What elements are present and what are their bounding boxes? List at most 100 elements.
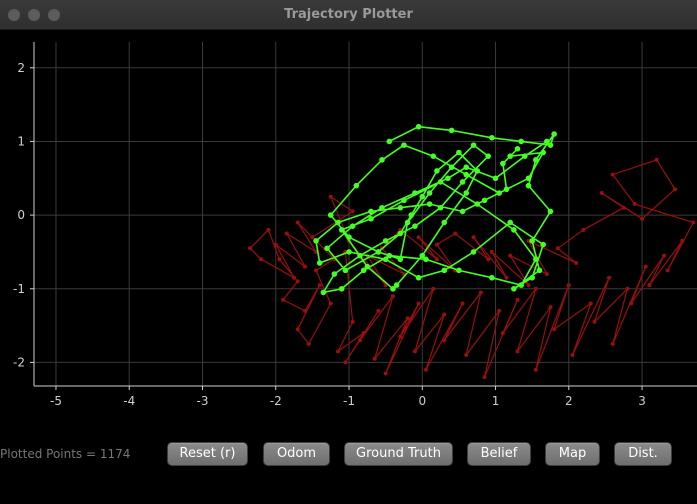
trajectory-point [654,157,659,162]
trajectory-point [310,235,315,240]
trajectory-point [485,153,492,159]
trajectory-point [357,252,363,259]
trajectory-point [442,338,447,343]
trajectory-point [463,164,470,171]
trajectory-point [474,168,481,174]
trajectory-point [507,219,513,226]
trajectory-point [621,205,626,210]
trajectory-point [680,238,685,243]
trajectory-point [551,131,557,137]
trajectory-point [415,123,422,130]
trajectory-point [397,204,404,211]
trajectory-point [408,212,415,218]
trajectory-point [515,349,520,354]
trajectory-point [397,230,404,237]
x-tick-label: -5 [50,394,62,408]
trajectory-point [625,286,630,291]
trajectory-point [437,204,444,211]
trajectory-point [343,360,348,365]
trajectory-point [379,157,385,163]
trajectory-point [492,175,499,182]
trajectory-point [401,142,407,148]
trajectory-plot[interactable]: -5 -4 -3 -2 -1 0 1 2 3 -2 -1 0 1 2 [0,30,697,430]
trajectory-point [463,171,470,178]
trajectory-point [346,234,352,241]
trajectory-point [316,260,323,266]
trajectory-point [358,338,363,343]
trajectory-point [507,153,513,159]
trajectory-point [382,238,389,244]
trajectory-point [464,353,469,358]
trajectory-point [390,294,395,299]
trajectory-point [673,187,678,192]
trajectory-point [504,275,509,280]
trajectory-point [364,263,371,270]
trajectory-point [525,175,532,182]
trajectory-point [445,175,451,182]
trajectory-point [324,245,330,252]
trajectory-point [540,241,546,248]
trajectory-point [423,367,428,372]
trajectory-point [430,153,437,159]
trajectory-point [383,371,388,376]
trajectory-point [295,279,300,284]
trajectory-point [386,138,393,145]
trajectory-point [470,142,477,148]
trajectory-point [335,219,341,226]
dist-button[interactable]: Dist. [614,442,672,466]
trajectory-point [277,257,282,262]
trajectory-point [314,268,319,273]
trajectory-point [459,208,466,215]
trajectory-point [540,149,546,156]
trajectory-point [266,227,271,232]
y-tick-label: 0 [17,208,25,222]
trajectory-point [393,282,400,288]
trajectory-point [453,231,458,236]
y-tick-label: 1 [17,134,25,148]
odom-button[interactable]: Odom [263,442,330,466]
trajectory-point [643,264,648,269]
control-bar: Plotted Points = 1174 Reset (r) Odom Gro… [0,430,697,504]
trajectory-point [386,252,393,259]
trajectory-point [503,186,510,193]
trajectory-point [533,286,538,291]
plotted-points-text: Plotted Points = 1174 [0,447,131,461]
ground-truth-button[interactable]: Ground Truth [344,442,453,466]
trajectory-point [508,253,513,258]
trajectory-point [629,301,634,306]
trajectory-point [328,194,333,199]
y-tick-label: 2 [17,61,25,75]
trajectory-point [327,212,334,218]
reset-button[interactable]: Reset (r) [167,442,248,466]
trajectory-point [376,308,381,313]
belief-button[interactable]: Belief [467,442,531,466]
trajectory-point [431,286,436,291]
trajectory-point [368,215,374,222]
trajectory-point [555,246,560,251]
trajectory-point [434,242,439,247]
x-tick-label: -4 [123,394,135,408]
x-tick-label: -2 [270,394,282,408]
trajectory-point [379,204,385,211]
trajectory-point [398,334,403,339]
trajectory-point [434,168,440,174]
trajectory-point [525,182,532,189]
trajectory-point [259,257,264,262]
trajectories [248,123,696,380]
trajectory-point [338,227,345,233]
map-button[interactable]: Map [545,442,600,466]
trajectory-point [459,179,466,185]
x-tick-label: -1 [343,394,355,408]
trajectory-point [415,274,422,281]
trajectory-point [441,219,448,226]
trajectory-point [284,231,289,236]
trajectory-point [361,330,366,335]
trajectory-point [350,209,355,214]
trajectory-point [647,283,652,288]
trajectory-point [401,197,407,204]
trajectory-point [313,238,319,244]
trajectory-point [489,134,495,141]
trajectory-point [500,330,505,335]
x-tick-label: -3 [197,394,209,408]
trajectory-point [632,202,637,207]
